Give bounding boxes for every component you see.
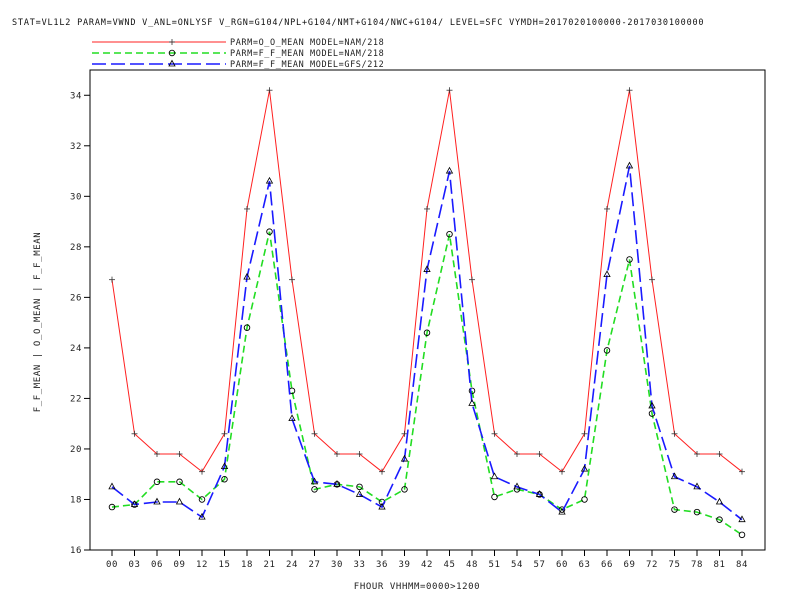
- x-tick-label: 30: [331, 560, 343, 570]
- x-tick-label: 75: [668, 560, 680, 570]
- x-tick-label: 03: [128, 560, 140, 570]
- x-tick-label: 33: [353, 560, 365, 570]
- data-point: [424, 205, 430, 212]
- y-tick-label: 30: [70, 192, 82, 202]
- data-point: [490, 472, 499, 480]
- data-point: [108, 482, 116, 490]
- y-tick-label: 24: [70, 344, 82, 354]
- x-tick-label: 57: [533, 560, 545, 570]
- x-tick-label: 06: [151, 560, 163, 570]
- x-tick-label: 27: [308, 560, 320, 570]
- x-tick-label: 81: [713, 560, 725, 570]
- data-point: [581, 430, 588, 437]
- x-tick-label: 69: [623, 560, 635, 570]
- x-tick-label: 39: [398, 560, 410, 570]
- series-line: [111, 165, 743, 521]
- series-layer: [108, 87, 746, 539]
- data-point: [626, 87, 633, 94]
- data-point: [469, 276, 475, 283]
- y-tick-label: 32: [70, 142, 82, 152]
- y-tick-label: 22: [70, 394, 82, 404]
- x-tick-label: 84: [736, 560, 748, 570]
- y-tick-label: 20: [70, 445, 82, 455]
- y-tick-label: 16: [70, 546, 82, 556]
- legend-marker: [169, 39, 175, 45]
- chart-title: STAT=VL1L2 PARAM=VWND V_ANL=ONLYSF V_RGN…: [12, 18, 704, 28]
- x-tick-label: 12: [196, 560, 208, 570]
- x-tick-label: 51: [488, 560, 500, 570]
- legend: PARM=O_O_MEAN MODEL=NAM/218PARM=F_F_MEAN…: [92, 38, 384, 70]
- x-tick-label: 15: [218, 560, 230, 570]
- legend-item: PARM=F_F_MEAN MODEL=GFS/212: [92, 59, 384, 70]
- series-line: [111, 90, 743, 473]
- x-tick-label: 36: [376, 560, 388, 570]
- x-tick-label: 60: [556, 560, 568, 570]
- x-tick-label: 54: [511, 560, 523, 570]
- y-tick-label: 28: [70, 243, 82, 253]
- x-tick-label: 45: [443, 560, 455, 570]
- x-tick-label: 24: [286, 560, 298, 570]
- legend-item: PARM=O_O_MEAN MODEL=NAM/218: [92, 38, 384, 48]
- data-point: [289, 276, 295, 283]
- series-1: [109, 87, 745, 475]
- data-point: [175, 497, 184, 505]
- x-axis-label: FHOUR VHHMM=0000>1200: [354, 582, 480, 592]
- data-point: [221, 430, 228, 437]
- x-tick-label: 63: [578, 560, 590, 570]
- series-line: [111, 231, 743, 536]
- y-tick-label: 34: [70, 91, 82, 101]
- x-tick-label: 18: [241, 560, 253, 570]
- x-tick-label: 42: [421, 560, 433, 570]
- x-axis: 00 03 06 09 12 15 18 21 24 27 30 33 36 39 42 45 48 51 54 57…: [106, 550, 748, 570]
- data-point: [604, 205, 610, 212]
- data-point: [738, 531, 746, 539]
- data-point: [109, 276, 115, 283]
- chart: STAT=VL1L2 PARAM=VWND V_ANL=ONLYSF V_RGN…: [12, 18, 766, 592]
- y-axis-label: F_F_MEAN | O_O_MEAN | F_F_MEAN: [33, 232, 43, 413]
- x-tick-label: 21: [263, 560, 275, 570]
- data-point: [649, 276, 655, 283]
- legend-label: PARM=F_F_MEAN MODEL=NAM/218: [230, 49, 384, 59]
- legend-label: PARM=F_F_MEAN MODEL=GFS/212: [230, 60, 384, 70]
- x-tick-label: 78: [691, 560, 703, 570]
- x-tick-label: 09: [173, 560, 185, 570]
- y-tick-label: 26: [70, 293, 82, 303]
- y-tick-label: 18: [70, 495, 82, 505]
- data-point: [244, 205, 250, 212]
- legend-item: PARM=F_F_MEAN MODEL=NAM/218: [92, 49, 384, 59]
- legend-label: PARM=O_O_MEAN MODEL=NAM/218: [230, 38, 384, 48]
- data-point: [715, 497, 724, 505]
- data-point: [446, 87, 453, 94]
- x-tick-label: 00: [106, 560, 118, 570]
- data-point: [266, 87, 273, 94]
- y-axis: 16 18 20 22 24 26 28 30 32 34: [70, 91, 90, 556]
- x-tick-label: 66: [601, 560, 613, 570]
- data-point: [581, 496, 588, 503]
- plot-frame: [89, 69, 766, 551]
- x-tick-label: 72: [646, 560, 658, 570]
- x-tick-label: 48: [466, 560, 478, 570]
